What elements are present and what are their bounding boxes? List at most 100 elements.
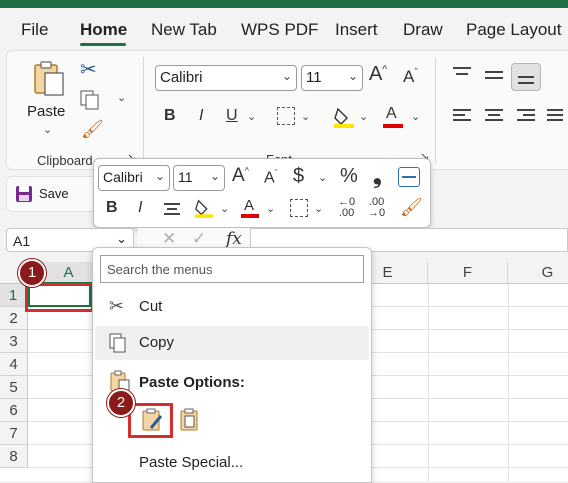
align-bottom-icon[interactable]: [511, 63, 541, 91]
save-icon[interactable]: [15, 185, 33, 208]
cut-icon[interactable]: ✂: [80, 57, 97, 82]
menu-bar: File Home New Tab WPS PDF Insert Draw Pa…: [0, 8, 568, 48]
mini-borders-icon[interactable]: [290, 199, 308, 217]
tab-wps-pdf[interactable]: WPS PDF: [241, 20, 318, 40]
menu-item-cut[interactable]: ✂ Cut: [95, 290, 369, 324]
enter-icon[interactable]: ✓: [192, 229, 206, 249]
currency-icon[interactable]: $: [293, 165, 304, 188]
tab-home[interactable]: Home: [80, 20, 127, 40]
italic-icon[interactable]: I: [199, 107, 203, 125]
mini-font-name-select[interactable]: Calibri ⌄: [98, 165, 170, 191]
tab-insert[interactable]: Insert: [335, 20, 378, 40]
align-top-icon[interactable]: [453, 67, 471, 79]
mini-font-color-dropdown-icon[interactable]: ⌄: [266, 202, 275, 215]
mini-fill-color-dropdown-icon[interactable]: ⌄: [220, 202, 229, 215]
align-middle-icon[interactable]: [485, 71, 503, 79]
highlight-paste-formatting: [128, 403, 173, 438]
active-tab-indicator: [80, 43, 126, 46]
currency-dropdown-icon[interactable]: ⌄: [318, 171, 327, 184]
font-name-select[interactable]: Calibri ⌄: [155, 65, 297, 91]
font-size-value: 11: [306, 69, 322, 86]
mini-decrease-font-icon[interactable]: Aˇ: [264, 168, 278, 187]
menu-item-label: Copy: [139, 334, 175, 351]
fill-color-dropdown-icon[interactable]: ⌄: [359, 110, 368, 123]
fill-color-icon[interactable]: [333, 105, 355, 134]
mini-format-painter-icon[interactable]: 🖌: [400, 197, 423, 218]
mini-italic-icon[interactable]: I: [138, 199, 142, 217]
font-size-select[interactable]: 11 ⌄: [301, 65, 363, 91]
row-header-5[interactable]: 5: [0, 376, 28, 399]
borders-icon[interactable]: [277, 107, 295, 125]
gridline: [428, 284, 429, 481]
underline-icon[interactable]: U: [226, 107, 238, 125]
cancel-icon[interactable]: ✕: [162, 229, 176, 249]
row-header-7[interactable]: 7: [0, 422, 28, 445]
bold-icon[interactable]: B: [164, 107, 176, 125]
menu-item-label: Cut: [139, 298, 163, 315]
decrease-font-icon[interactable]: Aˇ: [403, 67, 418, 87]
format-painter-icon[interactable]: 🖌: [81, 119, 104, 140]
row-header-2[interactable]: 2: [0, 307, 28, 330]
menu-search-input[interactable]: Search the menus: [100, 255, 364, 283]
context-menu: Search the menus ✂ Cut Copy Paste Option…: [92, 247, 372, 483]
align-center-icon[interactable]: [485, 109, 503, 121]
font-color-dropdown-icon[interactable]: ⌄: [411, 110, 420, 123]
paste-options-header: Paste Options:: [95, 366, 369, 400]
mini-increase-font-icon[interactable]: A^: [232, 165, 249, 187]
font-name-value: Calibri: [160, 69, 203, 86]
mini-bold-icon[interactable]: B: [106, 199, 118, 217]
menu-item-label: Paste Options:: [139, 374, 245, 391]
mini-font-size-select[interactable]: 11 ⌄: [173, 165, 225, 191]
gridline: [508, 284, 509, 481]
mini-toolbar: Calibri ⌄ 11 ⌄ A^ Aˇ $ ⌄ % ❟ B I ⌄ A ⌄ ⌄…: [93, 158, 431, 228]
step-badge-2: 2: [107, 389, 135, 417]
copy-dropdown-icon[interactable]: ⌄: [117, 91, 126, 104]
row-header-4[interactable]: 4: [0, 353, 28, 376]
highlight-cell-a1: [25, 283, 94, 312]
merge-center-icon[interactable]: [398, 167, 420, 187]
tab-new-tab[interactable]: New Tab: [151, 20, 217, 40]
menu-item-copy[interactable]: Copy: [95, 326, 369, 360]
paste-values-icon[interactable]: [179, 408, 201, 437]
comma-style-icon[interactable]: ❟: [373, 163, 382, 189]
chevron-down-icon: ⌄: [281, 69, 292, 83]
borders-dropdown-icon[interactable]: ⌄: [301, 110, 310, 123]
paste-dropdown-icon[interactable]: ⌄: [43, 123, 52, 136]
underline-dropdown-icon[interactable]: ⌄: [247, 110, 256, 123]
quick-access-bar: Save: [6, 176, 98, 212]
row-header-8[interactable]: 8: [0, 445, 28, 468]
font-color-icon[interactable]: A: [382, 105, 404, 129]
save-button[interactable]: Save: [39, 186, 69, 201]
column-header-f[interactable]: F: [428, 262, 508, 284]
increase-font-icon[interactable]: A^: [369, 63, 387, 86]
mini-font-color-icon[interactable]: A: [240, 197, 260, 219]
decrease-decimal-icon[interactable]: .00 →0: [368, 197, 385, 219]
row-header-6[interactable]: 6: [0, 399, 28, 422]
copy-icon[interactable]: [79, 89, 101, 116]
paste-icon[interactable]: [29, 59, 69, 99]
name-box-value: A1: [13, 233, 31, 249]
tab-file[interactable]: File: [21, 20, 48, 40]
insert-function-icon[interactable]: fx: [226, 229, 242, 249]
row-header-1[interactable]: 1: [0, 284, 28, 307]
mini-fill-color-icon[interactable]: [194, 197, 214, 224]
column-header-g[interactable]: G: [508, 262, 568, 284]
mini-borders-dropdown-icon[interactable]: ⌄: [314, 202, 323, 215]
tab-draw[interactable]: Draw: [403, 20, 443, 40]
tab-page-layout[interactable]: Page Layout: [466, 20, 561, 40]
mini-align-center-icon[interactable]: [164, 203, 180, 215]
indent-icon[interactable]: [547, 109, 563, 121]
separator: [143, 57, 144, 163]
title-bar: [0, 0, 568, 8]
percent-icon[interactable]: %: [340, 165, 358, 188]
align-left-icon[interactable]: [453, 109, 471, 121]
align-right-icon[interactable]: [517, 109, 535, 121]
increase-decimal-icon[interactable]: ←0.00: [338, 197, 355, 219]
copy-icon: [108, 332, 128, 358]
paste-button[interactable]: Paste: [27, 103, 65, 120]
row-header-3[interactable]: 3: [0, 330, 28, 353]
chevron-down-icon: ⌄: [154, 169, 165, 183]
step-badge-1: 1: [18, 259, 46, 287]
menu-item-paste-special[interactable]: Paste Special...: [95, 446, 369, 480]
separator: [435, 57, 436, 163]
